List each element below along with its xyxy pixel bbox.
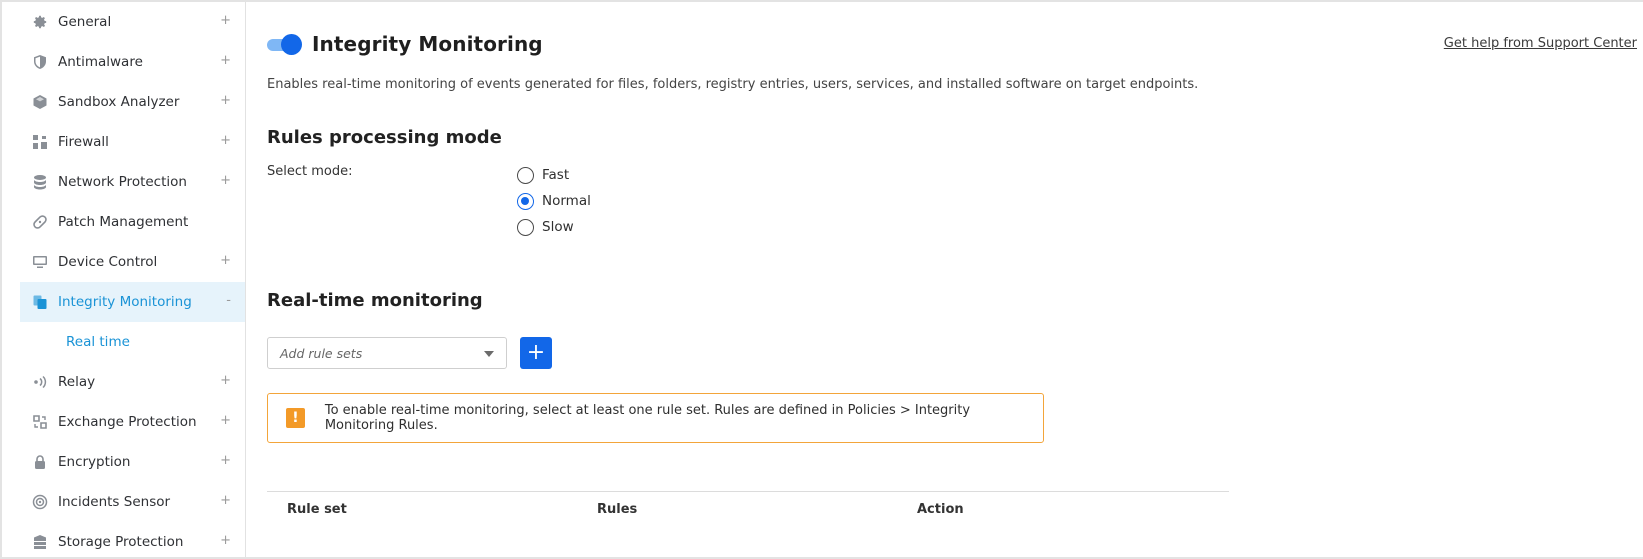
sidebar-item-label: Encryption [58, 454, 131, 470]
sidebar-item-sandbox-analyzer[interactable]: Sandbox Analyzer + [20, 82, 245, 122]
warning-banner: ! To enable real-time monitoring, select… [267, 393, 1044, 443]
patch-icon [32, 214, 48, 230]
sidebar-item-label: Exchange Protection [58, 414, 197, 430]
sidebar-item-device-control[interactable]: Device Control + [20, 242, 245, 282]
plus-icon: + [526, 340, 546, 365]
radio-fast[interactable]: Fast [517, 162, 591, 188]
expand-toggle[interactable]: + [220, 413, 231, 428]
sidebar-item-label: Storage Protection [58, 534, 184, 550]
warning-icon: ! [286, 408, 305, 428]
database-icon [32, 174, 48, 190]
module-enable-switch[interactable] [267, 34, 302, 55]
gear-icon [32, 14, 48, 30]
radio-slow[interactable]: Slow [517, 214, 591, 240]
relay-icon [32, 374, 48, 390]
mode-radio-group: Fast Normal Slow [517, 162, 591, 240]
rules-mode-title: Rules processing mode [267, 127, 502, 148]
dropdown-placeholder: Add rule sets [280, 345, 363, 361]
sidebar-item-firewall[interactable]: Firewall + [20, 122, 245, 162]
page-description: Enables real-time monitoring of events g… [267, 77, 1199, 92]
sidebar-item-incidents-sensor[interactable]: Incidents Sensor + [20, 482, 245, 522]
sidebar-item-label: Sandbox Analyzer [58, 94, 180, 110]
sidebar-item-exchange-protection[interactable]: Exchange Protection + [20, 402, 245, 442]
column-header-rules[interactable]: Rules [597, 502, 637, 517]
column-header-action[interactable]: Action [917, 502, 964, 517]
sidebar-item-storage-protection[interactable]: Storage Protection + [20, 522, 245, 559]
expand-toggle[interactable]: + [220, 493, 231, 508]
exchange-icon [32, 414, 48, 430]
files-icon [32, 294, 48, 310]
warning-text: To enable real-time monitoring, select a… [324, 403, 971, 433]
support-center-link[interactable]: Get help from Support Center [1444, 36, 1637, 51]
collapse-toggle[interactable]: - [226, 293, 231, 308]
radio-circle[interactable] [517, 192, 534, 210]
expand-toggle[interactable]: + [220, 253, 231, 268]
main-content: Integrity Monitoring Get help from Suppo… [267, 2, 1637, 557]
shield-icon [32, 54, 48, 70]
sidebar-item-relay[interactable]: Relay + [20, 362, 245, 402]
sidebar-item-label: Firewall [58, 134, 109, 150]
radio-circle[interactable] [517, 166, 534, 184]
sidebar-item-network-protection[interactable]: Network Protection + [20, 162, 245, 202]
lock-icon [32, 454, 48, 470]
sidebar-item-label: Integrity Monitoring [58, 294, 192, 310]
realtime-monitoring-title: Real-time monitoring [267, 290, 483, 311]
expand-toggle[interactable]: + [220, 13, 231, 28]
radio-circle[interactable] [517, 218, 534, 236]
sidebar-subitem-real-time[interactable]: Real time [20, 322, 245, 362]
radio-label: Normal [542, 193, 591, 209]
sidebar-item-label: Antimalware [58, 54, 143, 70]
sidebar-item-integrity-monitoring[interactable]: Integrity Monitoring - [20, 282, 245, 322]
sensor-icon [32, 494, 48, 510]
storage-icon [32, 534, 48, 550]
sidebar-item-patch-management[interactable]: Patch Management [20, 202, 245, 242]
firewall-icon [32, 134, 48, 150]
column-header-rule-set[interactable]: Rule set [287, 502, 347, 517]
sidebar-item-general[interactable]: General + [20, 2, 245, 42]
sidebar-item-label: General [58, 14, 112, 30]
sidebar-subitem-label: Real time [66, 334, 130, 350]
expand-toggle[interactable]: + [220, 453, 231, 468]
radio-normal[interactable]: Normal [517, 188, 591, 214]
sidebar-item-label: Patch Management [58, 214, 189, 230]
cube-icon [32, 94, 48, 110]
select-mode-label: Select mode: [267, 164, 353, 179]
radio-label: Fast [542, 167, 570, 183]
sidebar-item-antimalware[interactable]: Antimalware + [20, 42, 245, 82]
expand-toggle[interactable]: + [220, 373, 231, 388]
switch-knob [281, 34, 302, 55]
rule-sets-dropdown[interactable]: Add rule sets [267, 337, 507, 369]
sidebar-item-encryption[interactable]: Encryption + [20, 442, 245, 482]
expand-toggle[interactable]: + [220, 93, 231, 108]
expand-toggle[interactable]: + [220, 173, 231, 188]
monitor-icon [32, 254, 48, 270]
sidebar-item-label: Network Protection [58, 174, 187, 190]
rule-sets-table-header: Rule set Rules Action [267, 491, 1229, 531]
expand-toggle[interactable]: + [220, 53, 231, 68]
page-header: Integrity Monitoring [267, 32, 543, 56]
radio-label: Slow [542, 219, 574, 235]
expand-toggle[interactable]: + [220, 133, 231, 148]
expand-toggle[interactable]: + [220, 533, 231, 548]
sidebar-item-label: Incidents Sensor [58, 494, 171, 510]
sidebar-item-label: Relay [58, 374, 96, 390]
chevron-down-icon [484, 351, 494, 357]
add-rule-set-button[interactable]: + [520, 337, 552, 369]
sidebar-item-label: Device Control [58, 254, 158, 270]
page-title: Integrity Monitoring [312, 32, 543, 56]
policy-sidebar: General + Antimalware + Sandbox Analyzer… [20, 2, 246, 557]
